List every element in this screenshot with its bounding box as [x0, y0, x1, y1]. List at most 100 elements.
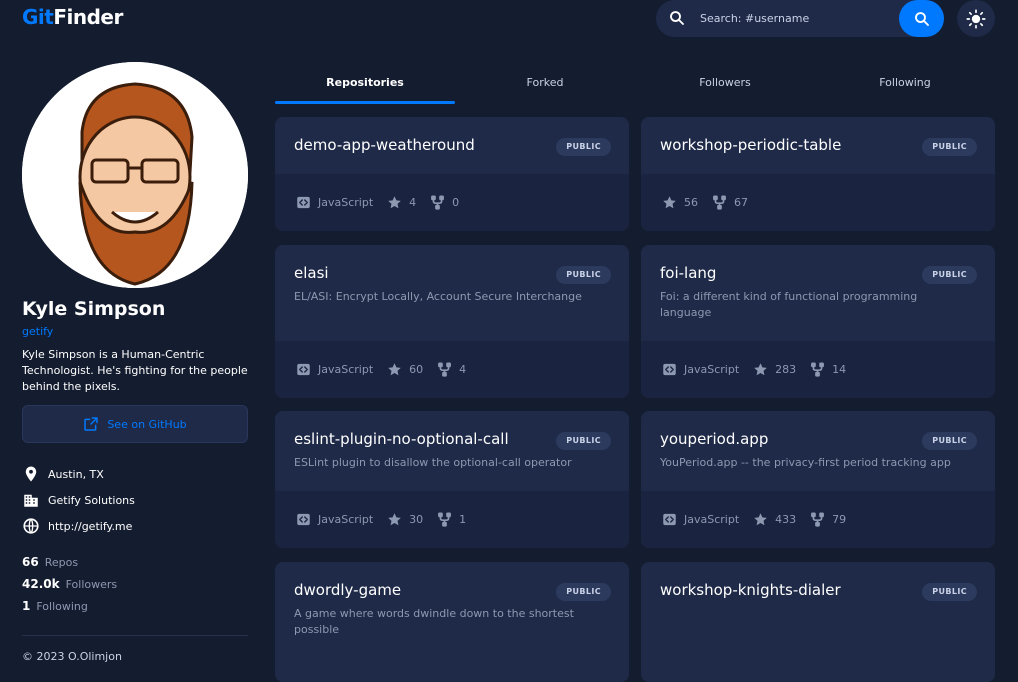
code-icon — [663, 513, 676, 526]
repo-forks: 4 — [437, 362, 466, 377]
code-icon — [297, 363, 310, 376]
language-text: JavaScript — [318, 513, 374, 526]
profile-handle-link[interactable]: getify — [22, 325, 248, 338]
repo-card-header: workshop-knights-dialer PUBLIC — [641, 562, 995, 601]
star-icon — [663, 196, 676, 209]
tab-forked[interactable]: Forked — [455, 62, 635, 104]
language-text: JavaScript — [684, 363, 740, 376]
stars-count: 30 — [409, 513, 424, 526]
language-text: JavaScript — [318, 196, 374, 209]
location-text: Austin, TX — [48, 467, 104, 481]
stars-count: 283 — [775, 363, 797, 376]
repo-card-header: dwordly-game PUBLIC A game where words dwi… — [275, 562, 629, 638]
repo-card-header: workshop-periodic-table PUBLIC — [641, 117, 995, 156]
stat-followers[interactable]: 42.0k Followers — [22, 577, 248, 599]
stat-repos[interactable]: 66 Repos — [22, 555, 248, 577]
profile-sidebar: Kyle Simpson getify Kyle Simpson is a Hu… — [22, 62, 248, 663]
avatar-illustration — [22, 62, 248, 288]
website-link[interactable]: http://getify.me — [48, 520, 132, 533]
code-icon — [663, 363, 676, 376]
repo-card-footer: JavaScript 30 1 — [275, 491, 629, 548]
repo-stars: 30 — [387, 512, 423, 527]
repo-card[interactable]: workshop-knights-dialer PUBLIC — [641, 562, 995, 682]
stars-count: 60 — [409, 363, 424, 376]
divider — [22, 635, 248, 636]
profile-stats: 66 Repos 42.0k Followers 1 Following — [22, 555, 248, 621]
repo-description: A game where words dwindle down to the s… — [294, 607, 574, 636]
fork-icon — [438, 512, 452, 527]
star-icon — [388, 196, 401, 209]
repo-card-footer: JavaScript 433 79 — [641, 491, 995, 548]
repo-forks: 67 — [712, 195, 748, 210]
stat-label: Following — [36, 600, 88, 613]
avatar — [22, 62, 248, 288]
company-row: Getify Solutions — [22, 487, 248, 513]
see-on-github-button[interactable]: See on GitHub — [22, 405, 248, 443]
repo-description: YouPeriod.app -- the privacy-first perio… — [660, 456, 951, 469]
code-icon — [297, 513, 310, 526]
stars-count: 4 — [409, 196, 417, 209]
repo-card[interactable]: eslint-plugin-no-optional-call PUBLIC ESLi… — [275, 411, 629, 548]
visibility-badge: PUBLIC — [922, 583, 977, 601]
repo-card-header: demo-app-weatheround PUBLIC — [275, 117, 629, 156]
building-icon — [24, 494, 38, 507]
visibility-badge: PUBLIC — [922, 138, 977, 156]
tab-repositories[interactable]: Repositories — [275, 62, 455, 104]
stars-count: 56 — [684, 196, 698, 209]
search-button[interactable] — [899, 0, 944, 37]
stat-following[interactable]: 1 Following — [22, 599, 248, 621]
visibility-badge: PUBLIC — [556, 138, 611, 156]
repo-description: ESLint plugin to disallow the optional-c… — [294, 456, 572, 469]
repo-language: JavaScript — [662, 512, 739, 527]
repo-card[interactable]: youperiod.app PUBLIC YouPeriod.app -- the … — [641, 411, 995, 548]
repo-forks: 1 — [437, 512, 466, 527]
repo-forks: 14 — [810, 362, 846, 377]
stars-count: 433 — [775, 513, 797, 526]
profile-bio: Kyle Simpson is a Human-Centric Technolo… — [22, 348, 248, 393]
code-icon — [297, 196, 310, 209]
repo-card-footer: JavaScript 60 4 — [275, 341, 629, 398]
stat-number: 42.0k — [22, 577, 60, 591]
repo-card[interactable]: workshop-periodic-table PUBLIC 56 67 — [641, 117, 995, 231]
visibility-badge: PUBLIC — [556, 583, 611, 601]
top-bar: GitFinder — [0, 0, 1018, 50]
repo-card-header: foi-lang PUBLIC Foi: a different kind of f… — [641, 245, 995, 321]
forks-count: 14 — [832, 363, 847, 376]
repo-card[interactable]: elasi PUBLIC EL/ASI: Encrypt Locally, Acco… — [275, 245, 629, 398]
tab-following[interactable]: Following — [815, 62, 995, 104]
copyright: © 2023 O.Olimjon — [22, 650, 122, 663]
website-row: http://getify.me — [22, 513, 248, 539]
logo-part-finder: Finder — [53, 5, 123, 29]
repo-language: JavaScript — [296, 195, 373, 210]
fork-icon — [713, 195, 726, 210]
stat-label: Followers — [65, 578, 118, 591]
stat-number: 66 — [22, 555, 39, 569]
repo-card-footer: JavaScript 283 14 — [641, 341, 995, 398]
star-icon — [754, 513, 767, 526]
stat-label: Repos — [44, 556, 79, 569]
repo-card-header: eslint-plugin-no-optional-call PUBLIC ESLi… — [275, 411, 629, 471]
location-pin-icon — [25, 466, 37, 482]
repo-stars: 56 — [662, 195, 698, 210]
visibility-badge: PUBLIC — [922, 266, 977, 284]
forks-count: 1 — [459, 513, 467, 526]
app-logo[interactable]: GitFinder — [22, 5, 123, 29]
company-text: Getify Solutions — [48, 493, 135, 507]
profile-meta: Austin, TX Getify Solutions http://getif… — [22, 461, 248, 539]
search-icon — [670, 11, 684, 25]
language-text: JavaScript — [684, 513, 740, 526]
repo-card[interactable]: dwordly-game PUBLIC A game where words dwi… — [275, 562, 629, 682]
logo-part-git: Git — [22, 5, 54, 29]
github-button-label: See on GitHub — [107, 417, 187, 431]
star-icon — [754, 363, 767, 376]
repo-card-header: elasi PUBLIC EL/ASI: Encrypt Locally, Acco… — [275, 245, 629, 305]
repo-card[interactable]: foi-lang PUBLIC Foi: a different kind of f… — [641, 245, 995, 398]
forks-count: 4 — [459, 363, 467, 376]
language-text: JavaScript — [318, 363, 374, 376]
visibility-badge: PUBLIC — [556, 432, 611, 450]
search-input[interactable] — [700, 8, 890, 28]
tab-followers[interactable]: Followers — [635, 62, 815, 104]
repo-card[interactable]: demo-app-weatheround PUBLIC JavaScript 4 0 — [275, 117, 629, 231]
theme-toggle-button[interactable] — [957, 0, 995, 37]
globe-icon — [23, 518, 39, 534]
